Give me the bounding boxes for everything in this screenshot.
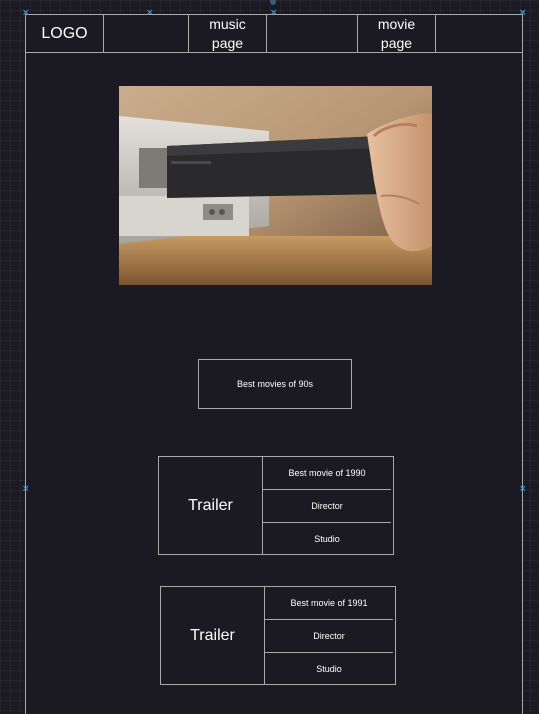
vhs-tape-photo [119,86,432,285]
movie-title[interactable]: Best movie of 1990 [263,457,391,490]
resize-handle-icon[interactable]: × [22,9,30,18]
resize-handle-icon[interactable]: × [519,9,527,18]
movie-card-1991: Trailer Best movie of 1991 Director Stud… [160,586,396,685]
page-frame: LOGO music page movie page Best movies o… [25,14,523,714]
nav-empty-cell [267,15,358,53]
movie-studio: Studio [316,663,342,674]
movie-title[interactable]: Best movie of 1991 [265,587,393,620]
nav-movie-page-link[interactable]: movie page [358,15,436,53]
movie-card-1990: Trailer Best movie of 1990 Director Stud… [158,456,394,555]
best-movies-90s-button[interactable]: Best movies of 90s [198,359,352,409]
top-nav: LOGO music page movie page [26,15,522,54]
resize-handle-icon[interactable]: × [519,485,527,494]
movie-director: Director [263,490,391,523]
nav-music-page-link[interactable]: music page [189,15,267,53]
resize-handle-icon[interactable]: × [22,485,30,494]
nav-empty-cell [104,15,189,53]
trailer-button[interactable]: Trailer [161,587,265,684]
hero-image [119,86,432,285]
resize-handle-icon[interactable]: × [146,9,154,18]
movie-studio: Studio [314,533,340,544]
resize-handle-icon[interactable]: × [270,9,278,18]
trailer-button[interactable]: Trailer [159,457,263,554]
logo[interactable]: LOGO [26,15,104,53]
canvas-top-handle[interactable] [270,0,276,5]
nav-empty-cell [436,15,522,53]
movie-director: Director [265,620,393,653]
